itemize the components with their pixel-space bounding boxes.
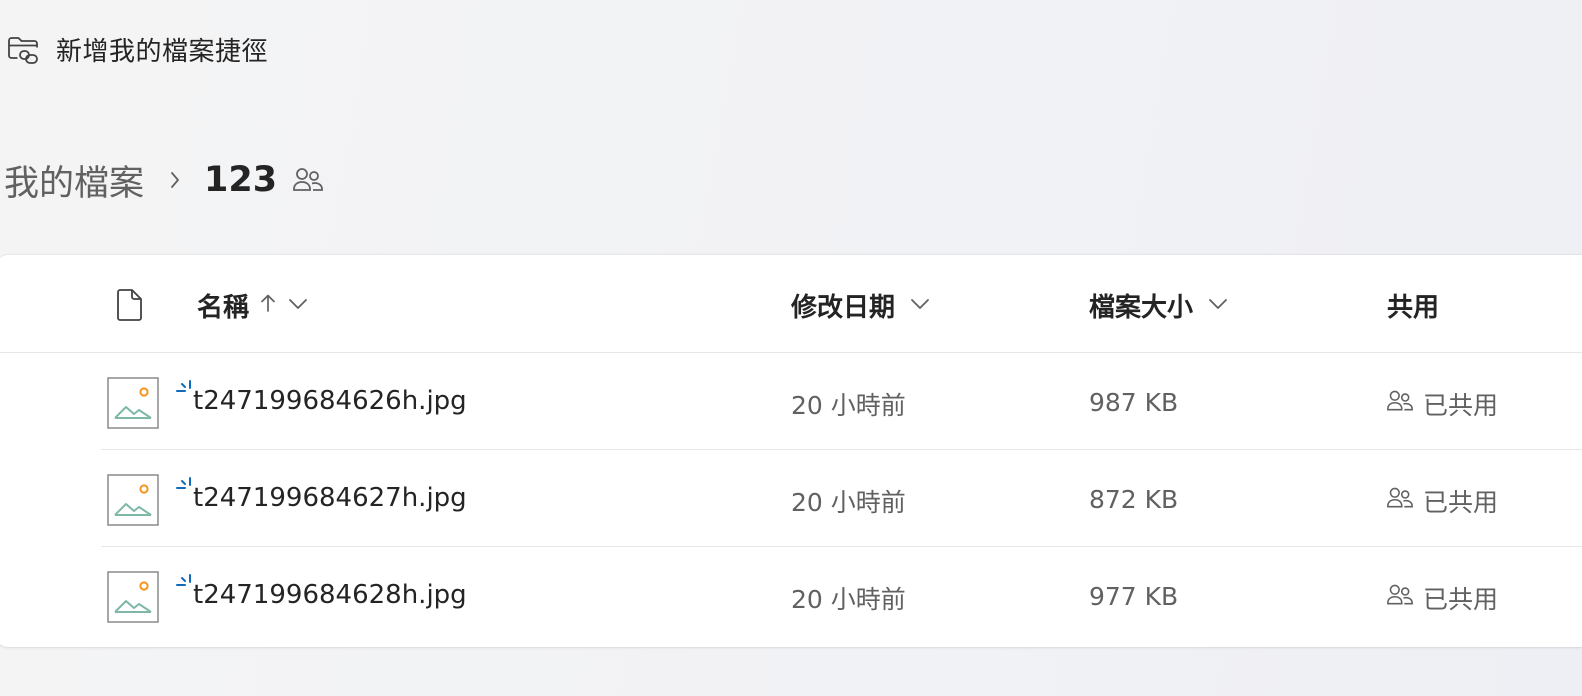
column-header-name[interactable]: 名稱: [197, 285, 309, 325]
column-name-label: 名稱: [197, 292, 250, 323]
column-modified-label: 修改日期: [791, 292, 896, 323]
modified-date: 20 小時前: [791, 391, 906, 420]
chevron-down-icon: [1207, 296, 1229, 315]
file-size: 872 KB: [1089, 485, 1179, 514]
breadcrumb-root[interactable]: 我的檔案: [4, 155, 144, 206]
table-row[interactable]: t247199684627h.jpg 20 小時前 872 KB 已共用: [101, 450, 1582, 547]
image-file-icon: [107, 474, 159, 526]
breadcrumb: 我的檔案 123: [4, 152, 325, 208]
people-icon: [1385, 388, 1415, 420]
chevron-down-icon: [909, 296, 931, 315]
chevron-right-icon: [164, 169, 186, 191]
modified-date: 20 小時前: [791, 585, 906, 614]
column-header-size[interactable]: 檔案大小: [1089, 285, 1229, 325]
list-header: 名稱 修改日期 檔案大小 共用: [0, 255, 1582, 353]
file-name[interactable]: t247199684628h.jpg: [193, 580, 467, 610]
chevron-down-icon: [287, 296, 309, 315]
file-list: 名稱 修改日期 檔案大小 共用 t247199684626h.jpg 20 小時…: [0, 255, 1582, 647]
add-shortcut-button[interactable]: 新增我的檔案捷徑: [6, 30, 268, 68]
sharing-status[interactable]: 已共用: [1385, 580, 1498, 616]
document-icon[interactable]: [116, 285, 148, 325]
add-shortcut-label: 新增我的檔案捷徑: [56, 36, 269, 67]
sharing-status[interactable]: 已共用: [1385, 483, 1498, 519]
sharing-status[interactable]: 已共用: [1385, 386, 1498, 422]
file-size: 987 KB: [1089, 388, 1179, 417]
column-header-sharing[interactable]: 共用: [1387, 285, 1439, 325]
sharing-label: 已共用: [1423, 488, 1499, 517]
arrow-up-icon: [259, 292, 277, 318]
sharing-label: 已共用: [1423, 585, 1499, 614]
image-file-icon: [107, 377, 159, 429]
people-icon: [1385, 582, 1415, 614]
modified-date: 20 小時前: [791, 488, 906, 517]
breadcrumb-current: 123: [204, 160, 278, 200]
file-name[interactable]: t247199684627h.jpg: [193, 483, 467, 513]
file-name[interactable]: t247199684626h.jpg: [193, 386, 467, 416]
image-file-icon: [107, 571, 159, 623]
folder-link-icon: [6, 31, 42, 67]
file-size: 977 KB: [1089, 582, 1179, 611]
table-row[interactable]: t247199684626h.jpg 20 小時前 987 KB 已共用: [101, 353, 1582, 450]
table-row[interactable]: t247199684628h.jpg 20 小時前 977 KB 已共用: [101, 547, 1582, 644]
column-size-label: 檔案大小: [1089, 292, 1194, 323]
column-header-modified[interactable]: 修改日期: [791, 285, 931, 325]
sharing-label: 已共用: [1423, 391, 1499, 420]
column-sharing-label: 共用: [1387, 292, 1440, 323]
people-icon[interactable]: [291, 163, 325, 197]
people-icon: [1385, 485, 1415, 517]
